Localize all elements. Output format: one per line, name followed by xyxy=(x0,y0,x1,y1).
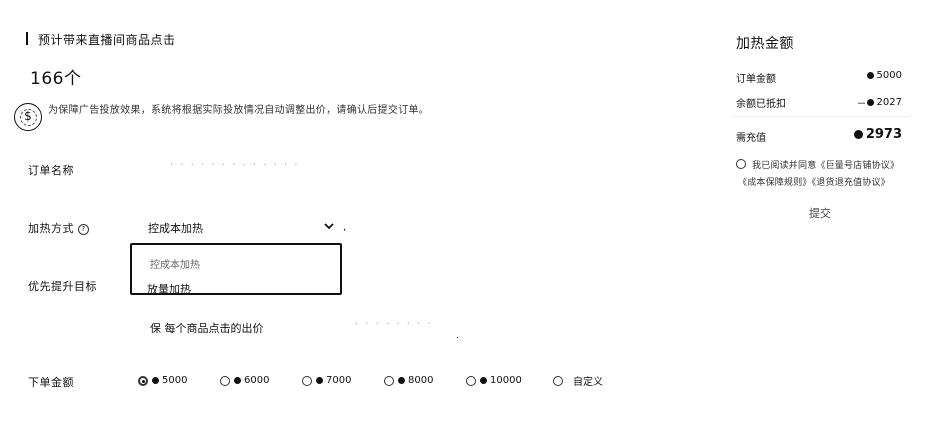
estimated-clicks-value: 166个 xyxy=(30,69,82,89)
chevron-down-icon[interactable] xyxy=(322,218,336,232)
coin-icon xyxy=(316,377,323,384)
coin-icon xyxy=(866,72,874,79)
heat-method-label: 加热方式? xyxy=(28,220,89,236)
amount-option-8000[interactable]: 8000 xyxy=(384,375,466,386)
amount-option-10000[interactable]: 10000 xyxy=(466,375,553,386)
summary-title: 加热金额 xyxy=(736,36,794,52)
order-amount-label: 订单金额 xyxy=(736,74,776,85)
coin-icon xyxy=(234,377,241,384)
coin-icon xyxy=(853,130,863,139)
amount-option-7000[interactable]: 7000 xyxy=(302,375,384,386)
coin-icon xyxy=(398,377,405,384)
heat-method-dropdown[interactable]: 控成本加热 放量加热 xyxy=(130,243,342,297)
radio-icon[interactable] xyxy=(302,375,312,386)
bid-trailing-mark: . xyxy=(456,331,459,341)
coin-icon xyxy=(480,377,487,384)
coin-icon xyxy=(152,377,159,384)
amount-option-custom[interactable]: 自定义 xyxy=(553,373,623,388)
radio-checked-icon[interactable] xyxy=(138,375,148,386)
pay-value: 2973 xyxy=(812,127,902,142)
amount-radio-group: 5000 6000 7000 8000 10000 自定义 xyxy=(138,373,623,388)
submit-button[interactable]: 提交 xyxy=(790,204,850,224)
info-icon[interactable]: ? xyxy=(78,224,89,235)
deduct-value: － 2027 xyxy=(856,97,902,110)
heat-method-select[interactable]: 控成本加热 xyxy=(148,220,203,236)
radio-icon[interactable] xyxy=(384,375,394,386)
order-name-label: 订单名称 xyxy=(28,164,74,177)
summary-divider xyxy=(732,116,910,117)
amount-option-5000[interactable]: 5000 xyxy=(138,375,220,386)
notice-text: 为保障广告投放效果，系统将根据实际投放情况自动调整出价，请确认后提交订单。 xyxy=(48,105,430,116)
radio-icon[interactable] xyxy=(220,375,230,386)
amount-option-6000[interactable]: 6000 xyxy=(220,375,302,386)
agreement-text[interactable]: 我已阅读并同意《巨量号店铺协议》 xyxy=(752,158,899,171)
agreement-checkbox[interactable] xyxy=(736,159,746,169)
radio-icon[interactable] xyxy=(466,375,476,386)
order-name-value[interactable]: · · · · · · · · · · · · · xyxy=(170,160,299,171)
coin-seal-icon: $ xyxy=(14,103,42,131)
trailing-mark: , xyxy=(343,222,347,233)
section-title-marker xyxy=(26,32,28,45)
bid-value[interactable]: · · · · · · · · xyxy=(355,319,433,330)
amount-label: 下单金额 xyxy=(28,376,74,389)
section-title: 预计带来直播间商品点击 xyxy=(38,33,176,47)
agreement-links[interactable]: 《成本保障规则》《退货退充值协议》 xyxy=(738,175,890,188)
radio-icon[interactable] xyxy=(553,375,563,386)
bid-label: 保 每个商品点击的出价 xyxy=(150,322,264,335)
order-amount-value: 5000 xyxy=(812,70,902,81)
coin-icon xyxy=(866,99,874,106)
priority-target-label: 优先提升目标 xyxy=(28,280,97,293)
dropdown-option-volume[interactable]: 放量加热 xyxy=(147,281,191,297)
dropdown-option-cost[interactable]: 控成本加热 xyxy=(150,256,200,271)
deduct-label: 余额已抵扣 xyxy=(736,99,786,110)
pay-label: 需充值 xyxy=(736,133,766,144)
